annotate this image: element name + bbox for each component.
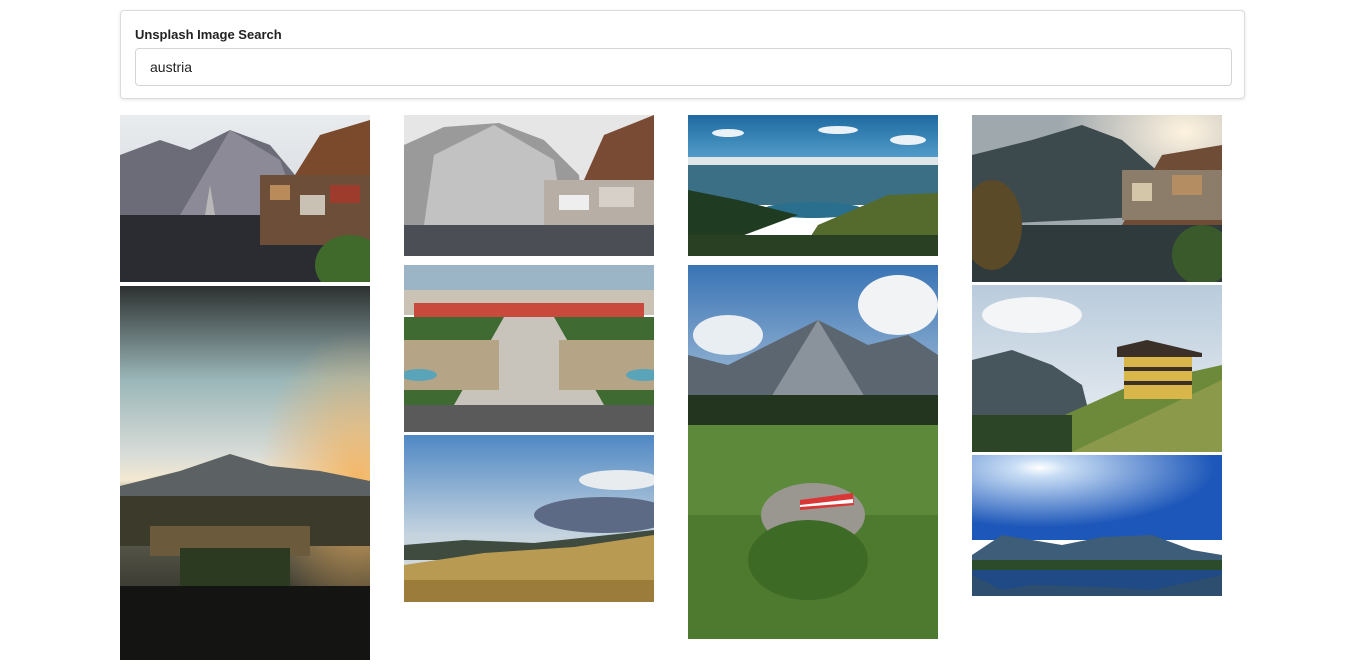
hallstatt-lake-village-photo[interactable] <box>120 115 370 282</box>
search-input[interactable] <box>135 48 1232 86</box>
mountain-meadow-flag-rock-photo[interactable] <box>688 265 938 639</box>
sunny-lake-reflection-photo[interactable] <box>972 455 1222 596</box>
snowy-hallstatt-photo[interactable] <box>404 115 654 256</box>
mountain-chalet-photo[interactable] <box>972 285 1222 452</box>
belvedere-palace-gardens-photo[interactable] <box>404 265 654 432</box>
hallstatt-sunlight-photo[interactable] <box>972 115 1222 282</box>
search-label: Unsplash Image Search <box>135 27 282 42</box>
cloudy-sunset-valley-town-photo[interactable] <box>120 286 370 660</box>
alpine-lake-panorama-photo[interactable] <box>688 115 938 256</box>
grassy-field-blue-sky-photo[interactable] <box>404 435 654 602</box>
search-card: Unsplash Image Search <box>120 10 1245 99</box>
